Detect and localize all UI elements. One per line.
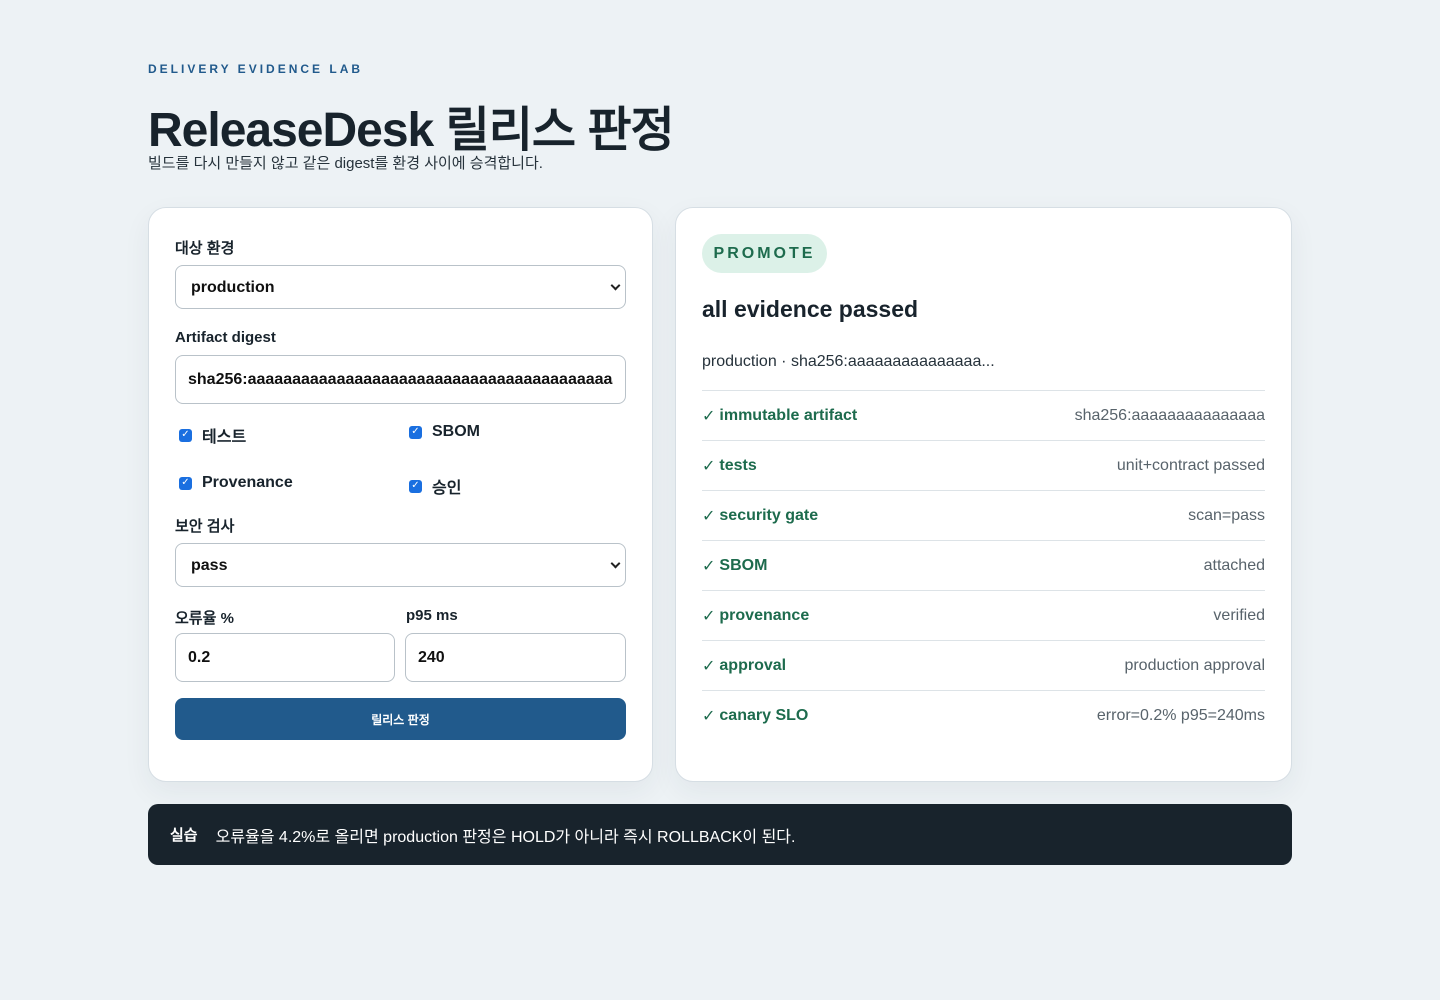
checkbox-label: 테스트 (202, 429, 247, 446)
evidence-value: unit+contract passed (1116, 456, 1265, 474)
decision-badge: PROMOTE (702, 234, 827, 273)
digest-label: Artifact digest (175, 329, 276, 346)
evidence-list: ✓ immutable artifact sha256:aaaaaaaaaaaaa… (702, 390, 1265, 740)
check-icon: ✓ (702, 457, 716, 475)
error-rate-label: 오류율 % (175, 610, 234, 627)
checkbox-label: 승인 (432, 480, 462, 497)
evidence-name: provenance (719, 606, 810, 624)
release-result-card: PROMOTE all evidence passed production ·… (675, 207, 1292, 782)
env-label: 대상 환경 (175, 240, 235, 257)
evidence-name: SBOM (719, 556, 768, 574)
checkbox-checked-icon: ✓ (409, 425, 422, 439)
practice-text: 오류율을 4.2%로 올리면 production 판정은 HOLD가 아니라 … (215, 828, 796, 846)
error-rate-input[interactable] (175, 633, 395, 682)
evidence-row: ✓ security gate scan=pass (702, 490, 1265, 540)
security-select[interactable]: pass (175, 543, 626, 587)
verdict-heading: all evidence passed (702, 296, 919, 322)
page-title: ReleaseDesk 릴리스 판정 (148, 104, 675, 157)
checkbox-checked-icon: ✓ (409, 479, 422, 493)
check-icon: ✓ (702, 507, 716, 525)
evidence-name: immutable artifact (719, 406, 858, 424)
p95-input[interactable] (405, 633, 626, 682)
evidence-name: tests (719, 456, 757, 474)
evidence-row: ✓ SBOM attached (702, 540, 1265, 590)
evidence-value: scan=pass (1188, 506, 1265, 524)
p95-label: p95 ms (406, 607, 458, 624)
page-subtitle: 빌드를 다시 만들지 않고 같은 digest를 환경 사이에 승격합니다. (148, 155, 543, 172)
check-icon: ✓ (702, 657, 716, 675)
checkbox-label: SBOM (432, 423, 480, 440)
evidence-value: sha256:aaaaaaaaaaaaaaa (1074, 406, 1265, 424)
checkbox-provenance[interactable]: ✓ Provenance (179, 474, 293, 492)
checkbox-checked-icon: ✓ (179, 476, 192, 490)
evidence-row: ✓ canary SLO error=0.2% p95=240ms (702, 690, 1265, 740)
checkbox-tests[interactable]: ✓ 테스트 (179, 423, 246, 447)
evidence-name: approval (719, 656, 787, 674)
evidence-row: ✓ immutable artifact sha256:aaaaaaaaaaaaa… (702, 390, 1265, 440)
evidence-name: canary SLO (719, 706, 809, 724)
practice-note: 실습 오류율을 4.2%로 올리면 production 판정은 HOLD가 아… (148, 804, 1292, 865)
check-icon: ✓ (702, 407, 716, 425)
evidence-row: ✓ provenance verified (702, 590, 1265, 640)
check-icon: ✓ (702, 707, 716, 725)
check-icon: ✓ (702, 607, 716, 625)
checkbox-checked-icon: ✓ (179, 428, 192, 442)
checkbox-approval[interactable]: ✓ 승인 (409, 474, 461, 498)
evidence-name: security gate (719, 506, 819, 524)
practice-tag: 실습 (170, 827, 198, 844)
target-summary: production · sha256:aaaaaaaaaaaaaaa... (702, 353, 995, 370)
evidence-value: attached (1203, 556, 1265, 574)
evidence-row: ✓ tests unit+contract passed (702, 440, 1265, 490)
evidence-row: ✓ approval production approval (702, 640, 1265, 690)
checkbox-label: Provenance (202, 474, 293, 491)
checkbox-sbom[interactable]: ✓ SBOM (409, 423, 480, 441)
env-select[interactable]: production (175, 265, 626, 309)
evidence-value: verified (1213, 606, 1265, 624)
eyebrow-label: DELIVERY EVIDENCE LAB (148, 62, 364, 76)
evidence-value: error=0.2% p95=240ms (1096, 706, 1265, 724)
evaluate-release-button[interactable]: 릴리스 판정 (175, 698, 626, 740)
evidence-value: production approval (1124, 656, 1265, 674)
digest-input[interactable] (175, 355, 626, 404)
security-label: 보안 검사 (175, 518, 235, 535)
release-form-card: 대상 환경 production Artifact digest ✓ 테스트 ✓… (148, 207, 653, 782)
check-icon: ✓ (702, 557, 716, 575)
